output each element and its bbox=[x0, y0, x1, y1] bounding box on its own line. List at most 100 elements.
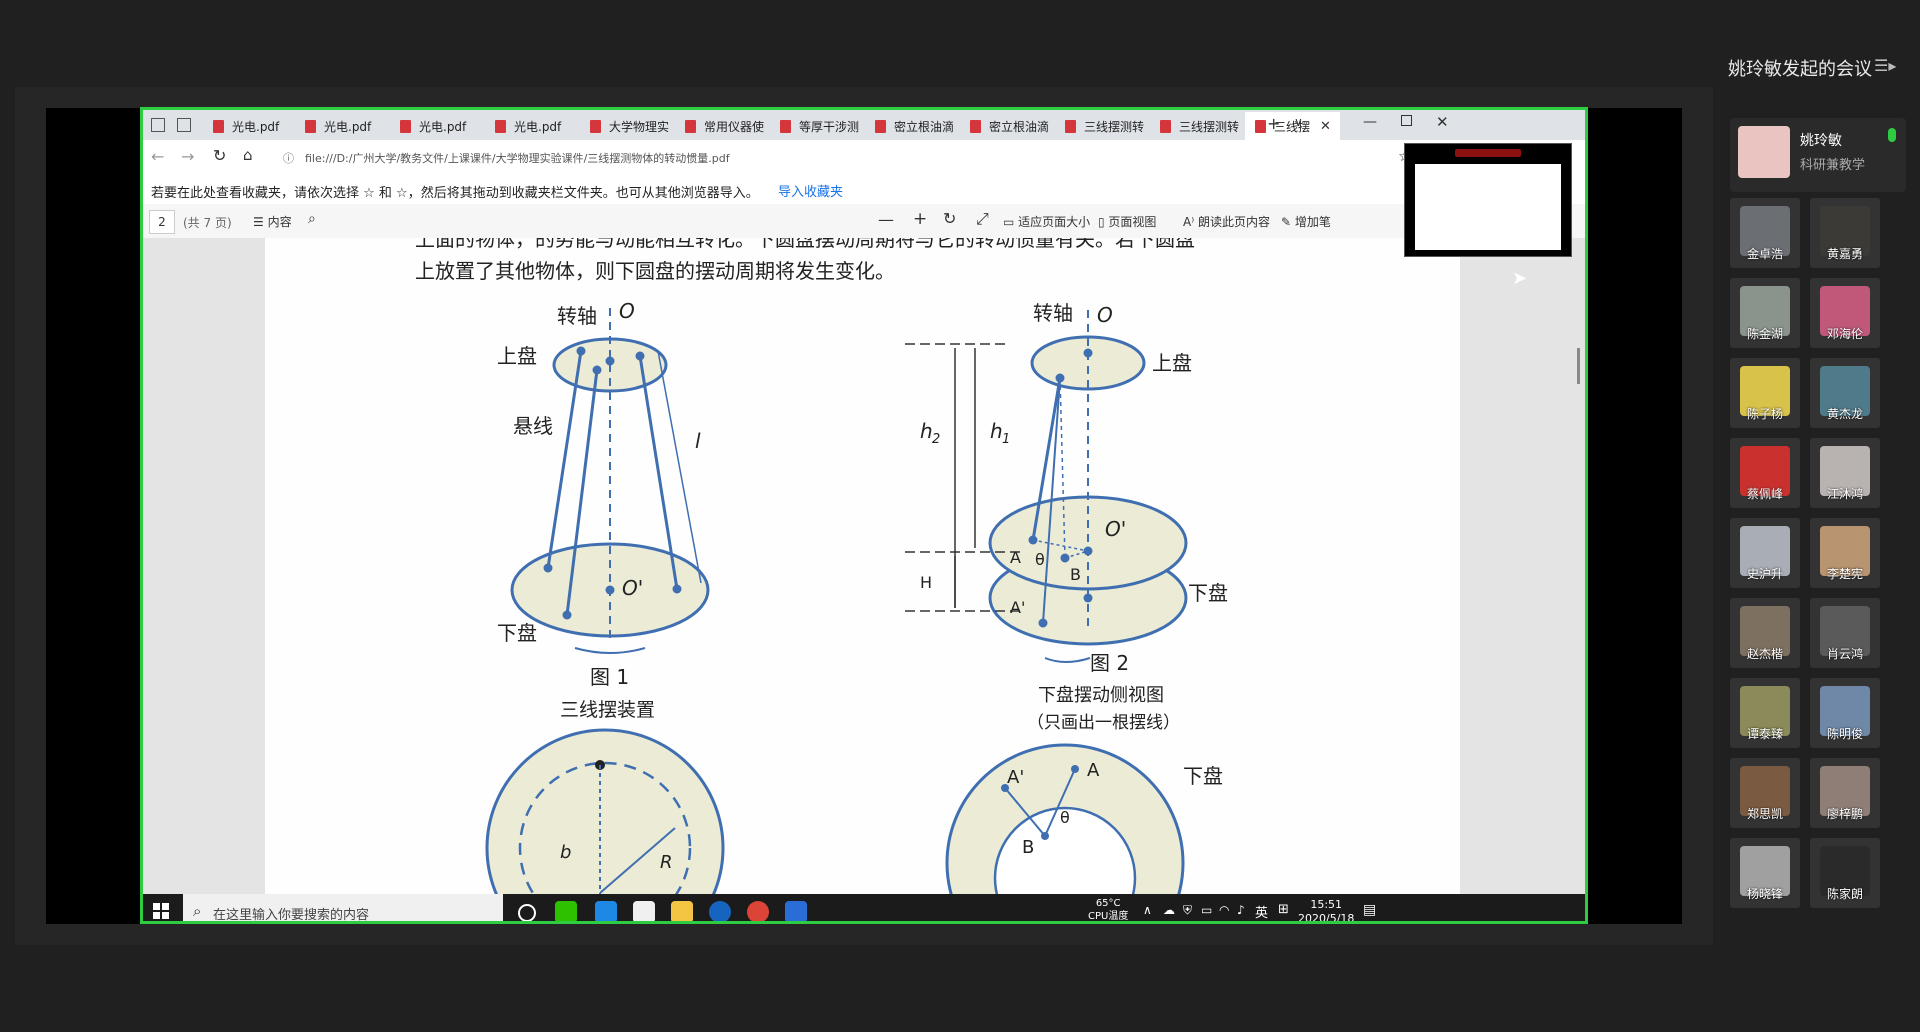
address-input[interactable]: ⓘ file:///D:/广州大学/教务文件/上课课件/大学物理实验课件/三线摆… bbox=[283, 147, 1283, 169]
forward-icon[interactable]: → bbox=[181, 147, 194, 166]
browser-tab[interactable]: 大学物理实 bbox=[580, 112, 675, 140]
fit-page-button[interactable]: ▭ 适应页面大小 bbox=[1003, 213, 1090, 230]
participant-name: 谭泰臻 bbox=[1746, 727, 1783, 741]
shield-icon[interactable]: ⛨ bbox=[1183, 903, 1192, 918]
point bbox=[605, 585, 615, 595]
point bbox=[543, 563, 553, 573]
clock[interactable]: 15:51 2020/5/18 bbox=[1298, 898, 1354, 921]
point bbox=[1060, 553, 1070, 563]
ime-indicator[interactable]: 英 bbox=[1255, 902, 1268, 921]
taskbar-search[interactable]: ⌕ 在这里输入你要搜索的内容 bbox=[183, 894, 503, 921]
rotate-icon[interactable]: ↻ bbox=[943, 209, 956, 228]
fig2-a-label: A bbox=[1010, 548, 1021, 567]
participant-name: 李楚宪 bbox=[1826, 567, 1863, 581]
participant-tile[interactable]: 金卓浩 bbox=[1730, 198, 1800, 268]
participant-tile[interactable]: 黄嘉勇 bbox=[1810, 198, 1880, 268]
participant-tile[interactable]: 赵杰楷 bbox=[1730, 598, 1800, 668]
page-number-input[interactable]: 2 bbox=[149, 210, 175, 234]
close-tab-icon[interactable]: ✕ bbox=[1320, 119, 1331, 134]
fig2-top-disk-label: 上盘 bbox=[1152, 351, 1192, 375]
tab-label: 光电.pdf bbox=[514, 119, 562, 134]
read-aloud-button[interactable]: A⁾ 朗读此页内容 bbox=[1183, 213, 1270, 230]
participant-tile[interactable]: 史沪升 bbox=[1730, 518, 1800, 588]
edge-icon[interactable] bbox=[709, 901, 731, 921]
battery-icon[interactable]: ▭ bbox=[1201, 903, 1212, 917]
fullscreen-icon[interactable]: ⤢ bbox=[976, 209, 989, 229]
wechat-icon[interactable] bbox=[555, 901, 577, 921]
keyboard-icon[interactable]: ⊞ bbox=[1278, 902, 1289, 917]
participant-tile[interactable]: 肖云鸿 bbox=[1810, 598, 1880, 668]
participant-tile[interactable]: 谭泰臻 bbox=[1730, 678, 1800, 748]
participant-tile[interactable]: 黄杰龙 bbox=[1810, 358, 1880, 428]
scrollbar-thumb[interactable] bbox=[1577, 348, 1580, 384]
pdf-icon bbox=[590, 119, 601, 133]
list-icon[interactable]: ☰▸ bbox=[1874, 56, 1896, 75]
close-window-icon[interactable]: ✕ bbox=[1436, 113, 1449, 131]
browser-tab[interactable]: 三线摆 ✕ bbox=[1245, 112, 1340, 140]
minimize-icon[interactable]: — bbox=[1363, 114, 1377, 130]
rotation-arrow bbox=[574, 647, 646, 654]
host-tile[interactable]: 姚玲敏 科研兼教学 bbox=[1730, 118, 1906, 192]
browser-tab[interactable]: 光电.pdf bbox=[485, 112, 580, 140]
import-favorites-link[interactable]: 导入收藏夹 bbox=[778, 181, 843, 200]
fig1-wire-label: 悬线 bbox=[513, 414, 553, 438]
browser-tab[interactable]: 光电.pdf bbox=[295, 112, 390, 140]
notification-icon[interactable]: ▤ bbox=[1363, 902, 1376, 918]
shared-screen: 光电.pdf 光电.pdf 光电.pdf 光电.pdf 大学物理实 常用仪器使 等厚干涉测 密… bbox=[140, 107, 1588, 924]
microphone-icon[interactable] bbox=[1888, 128, 1896, 142]
participant-tile[interactable]: 杨晓锋 bbox=[1730, 838, 1800, 908]
participant-tile[interactable]: 郑思凯 bbox=[1730, 758, 1800, 828]
participant-tile[interactable]: 邓海伦 bbox=[1810, 278, 1880, 348]
volume-icon[interactable]: ♪ bbox=[1237, 903, 1245, 917]
chevron-down-icon[interactable]: ∨ bbox=[1294, 115, 1303, 129]
chevron-up-icon[interactable]: ∧ bbox=[1143, 903, 1152, 917]
wifi-icon[interactable]: ◠ bbox=[1219, 903, 1229, 917]
preview-thumbnail[interactable] bbox=[1404, 143, 1572, 257]
participant-tile[interactable]: 陈明俊 bbox=[1810, 678, 1880, 748]
browser-tab[interactable]: 光电.pdf bbox=[203, 112, 295, 140]
zoom-out-icon[interactable]: — bbox=[878, 210, 894, 229]
search-icon[interactable]: ⌕ bbox=[308, 211, 316, 227]
app-icon[interactable] bbox=[633, 901, 655, 921]
participant-tile[interactable]: 陈金湖 bbox=[1730, 278, 1800, 348]
browser-tab[interactable]: 密立根油滴 bbox=[960, 112, 1055, 140]
participant-name: 陈明俊 bbox=[1826, 727, 1863, 741]
participant-tile[interactable]: 蔡佩峰 bbox=[1730, 438, 1800, 508]
participant-tile[interactable]: 陈子杨 bbox=[1730, 358, 1800, 428]
tab-aside-icon[interactable] bbox=[177, 118, 191, 132]
tab-actions-icon[interactable] bbox=[151, 118, 165, 132]
address-bar: ← → ↻ ⌂ ⓘ file:///D:/广州大学/教务文件/上课课件/大学物理… bbox=[143, 140, 1585, 175]
fig1-o-prime: O' bbox=[622, 576, 643, 600]
contents-button[interactable]: ☰ 内容 bbox=[253, 213, 292, 230]
add-note-button[interactable]: ✎ 增加笔 bbox=[1281, 213, 1331, 230]
participant-tile[interactable]: 廖梓鹏 bbox=[1810, 758, 1880, 828]
cloud-icon[interactable]: ☁ bbox=[1163, 903, 1175, 917]
windows-start-icon[interactable] bbox=[153, 903, 169, 919]
file-explorer-icon[interactable] bbox=[671, 901, 693, 921]
participant-tile[interactable]: 陈家朗 bbox=[1810, 838, 1880, 908]
home-icon[interactable]: ⌂ bbox=[243, 146, 253, 164]
browser-tab[interactable]: 三线摆测转 bbox=[1055, 112, 1150, 140]
fig2-bottom-disk-label: 下盘 bbox=[1188, 581, 1228, 605]
new-tab-icon[interactable]: + bbox=[1267, 114, 1280, 133]
chrome-icon[interactable] bbox=[747, 901, 769, 921]
back-icon[interactable]: ← bbox=[151, 147, 164, 166]
browser-tab[interactable]: 光电.pdf bbox=[390, 112, 485, 140]
participant-tile[interactable]: 李楚宪 bbox=[1810, 518, 1880, 588]
stop-share-indicator[interactable] bbox=[1455, 149, 1521, 157]
zoom-in-icon[interactable]: + bbox=[913, 209, 927, 229]
browser-tab[interactable]: 密立根油滴 bbox=[865, 112, 960, 140]
refresh-icon[interactable]: ↻ bbox=[213, 146, 226, 165]
cortana-icon[interactable] bbox=[518, 904, 536, 921]
participant-tile[interactable]: 江沐鸿 bbox=[1810, 438, 1880, 508]
browser-tab[interactable]: 等厚干涉测 bbox=[770, 112, 865, 140]
pdf-icon bbox=[305, 119, 316, 133]
restore-icon[interactable] bbox=[1401, 115, 1412, 126]
host-avatar bbox=[1738, 126, 1790, 178]
fig2-h2-sub: 2 bbox=[932, 432, 940, 447]
word-icon[interactable] bbox=[785, 901, 807, 921]
search-app-icon[interactable] bbox=[595, 901, 617, 921]
browser-tab[interactable]: 三线摆测转 bbox=[1150, 112, 1245, 140]
page-view-button[interactable]: ▯ 页面视图 bbox=[1098, 213, 1156, 230]
browser-tab[interactable]: 常用仪器使 bbox=[675, 112, 770, 140]
